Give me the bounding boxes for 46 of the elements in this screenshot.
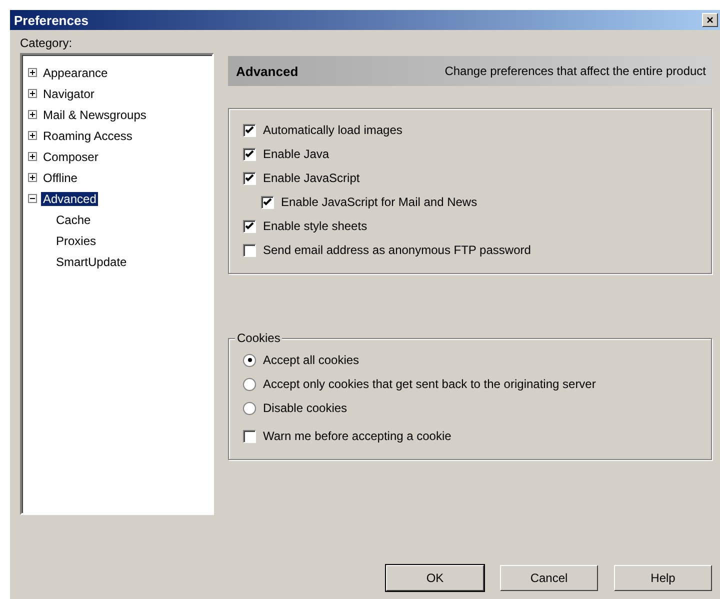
tree-item[interactable]: Proxies [54, 234, 98, 248]
checkbox-label[interactable]: Send email address as anonymous FTP password [263, 243, 531, 257]
checkbox[interactable] [243, 244, 256, 256]
tree-item[interactable]: SmartUpdate [54, 254, 129, 268]
radio-label[interactable]: Accept only cookies that get sent back to the originating server [263, 377, 596, 391]
tree-item[interactable]: Appearance [41, 66, 110, 80]
collapse-icon[interactable] [28, 194, 37, 203]
dialog-button[interactable]: Cancel [500, 565, 598, 591]
checkbox[interactable] [243, 430, 256, 442]
radio-button[interactable] [243, 354, 256, 366]
radio-label[interactable]: Accept all cookies [263, 353, 360, 367]
expand-icon[interactable] [28, 152, 37, 161]
window-title: Preferences [14, 12, 88, 28]
close-button[interactable]: × [702, 13, 718, 27]
checkbox-label[interactable]: Automatically load images [263, 123, 402, 137]
checkbox[interactable] [243, 220, 256, 232]
checkbox[interactable] [243, 148, 256, 160]
expand-icon[interactable] [28, 68, 37, 77]
section-description: Change preferences that affect the entire product [444, 64, 706, 78]
tree-item[interactable]: Mail & Newsgroups [41, 108, 148, 122]
radio-label[interactable]: Disable cookies [263, 401, 348, 415]
checkbox-label[interactable]: Enable style sheets [263, 219, 368, 233]
checkbox[interactable] [243, 172, 256, 184]
checkbox[interactable] [261, 196, 274, 208]
expand-icon[interactable] [28, 173, 37, 182]
checkbox-label[interactable]: Enable Java [263, 147, 330, 161]
checkbox-label[interactable]: Enable JavaScript for Mail and News [281, 195, 478, 209]
expand-icon[interactable] [28, 131, 37, 140]
tree-item[interactable]: Cache [54, 212, 93, 226]
expand-icon[interactable] [28, 110, 37, 119]
dialog-button[interactable]: OK [386, 565, 484, 591]
tree-item[interactable]: Advanced [41, 192, 98, 206]
tree-item[interactable]: Composer [41, 150, 100, 164]
group-title: Cookies [235, 331, 282, 345]
tree-item[interactable]: Roaming Access [41, 128, 134, 142]
expand-icon[interactable] [28, 89, 37, 98]
radio-button[interactable] [243, 402, 256, 414]
tree-item[interactable]: Navigator [41, 86, 96, 100]
dialog-button[interactable]: Help [614, 565, 712, 591]
category-label: Category: [20, 36, 72, 50]
checkbox-label[interactable]: Warn me before accepting a cookie [263, 429, 452, 443]
radio-button[interactable] [243, 378, 256, 390]
checkbox-label[interactable]: Enable JavaScript [263, 171, 360, 185]
section-title: Advanced [236, 64, 298, 78]
checkbox[interactable] [243, 124, 256, 136]
tree-item[interactable]: Offline [41, 170, 80, 184]
